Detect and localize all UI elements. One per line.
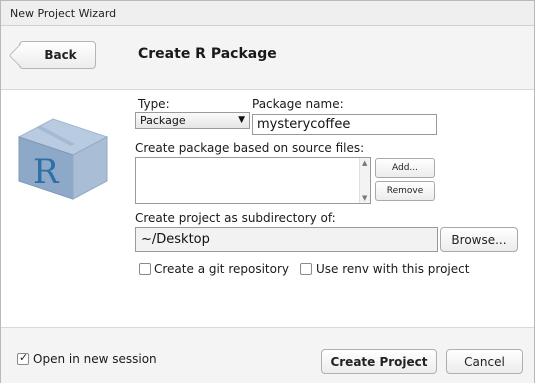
package-name-input[interactable]: mysterycoffee <box>252 114 437 135</box>
create-project-label: Create Project <box>330 354 428 369</box>
dropdown-caret-icon: ▼ <box>238 115 245 125</box>
wizard-footer: Open in new session Create Project Cance… <box>1 327 534 383</box>
back-button[interactable]: Back <box>19 41 96 69</box>
add-source-button[interactable]: Add... <box>375 158 435 178</box>
logo-letter: R <box>33 152 60 192</box>
scroll-down-icon[interactable]: ▼ <box>362 194 367 202</box>
r-package-icon: R <box>17 118 109 200</box>
remove-source-label: Remove <box>386 186 424 196</box>
source-files-scrollbar[interactable]: ▲ ▼ <box>359 158 370 203</box>
page-title: Create R Package <box>138 46 277 62</box>
new-session-label[interactable]: Open in new session <box>33 352 157 366</box>
source-files-label: Create package based on source files: <box>135 141 365 155</box>
browse-button[interactable]: Browse... <box>440 227 518 252</box>
renv-label[interactable]: Use renv with this project <box>316 262 469 276</box>
wizard-body: R Type: Package ▼ Package name: mysteryc… <box>1 91 534 327</box>
create-project-button[interactable]: Create Project <box>321 349 437 374</box>
subdirectory-input[interactable]: ~/Desktop <box>135 227 438 252</box>
dialog-window: New Project Wizard Back Create R Package… <box>0 0 535 383</box>
window-title: New Project Wizard <box>10 7 117 20</box>
package-name-label: Package name: <box>252 97 344 111</box>
source-files-list[interactable]: ▲ ▼ <box>135 157 371 204</box>
git-repo-checkbox[interactable] <box>139 263 151 275</box>
type-select-value: Package <box>140 114 186 127</box>
back-button-label: Back <box>44 48 77 62</box>
new-session-checkbox[interactable] <box>17 351 29 365</box>
type-label: Type: <box>138 97 170 111</box>
browse-button-label: Browse... <box>451 232 507 247</box>
renv-checkbox[interactable] <box>300 263 312 275</box>
cancel-label: Cancel <box>464 354 505 369</box>
title-bar: New Project Wizard <box>1 1 534 26</box>
remove-source-button[interactable]: Remove <box>375 181 435 201</box>
git-repo-label[interactable]: Create a git repository <box>154 262 289 276</box>
type-select[interactable]: Package ▼ <box>135 112 250 129</box>
scroll-up-icon[interactable]: ▲ <box>362 159 367 167</box>
cancel-button[interactable]: Cancel <box>446 349 523 374</box>
add-source-label: Add... <box>391 163 418 173</box>
subdirectory-label: Create project as subdirectory of: <box>135 211 336 225</box>
wizard-header: Back Create R Package <box>1 26 534 90</box>
